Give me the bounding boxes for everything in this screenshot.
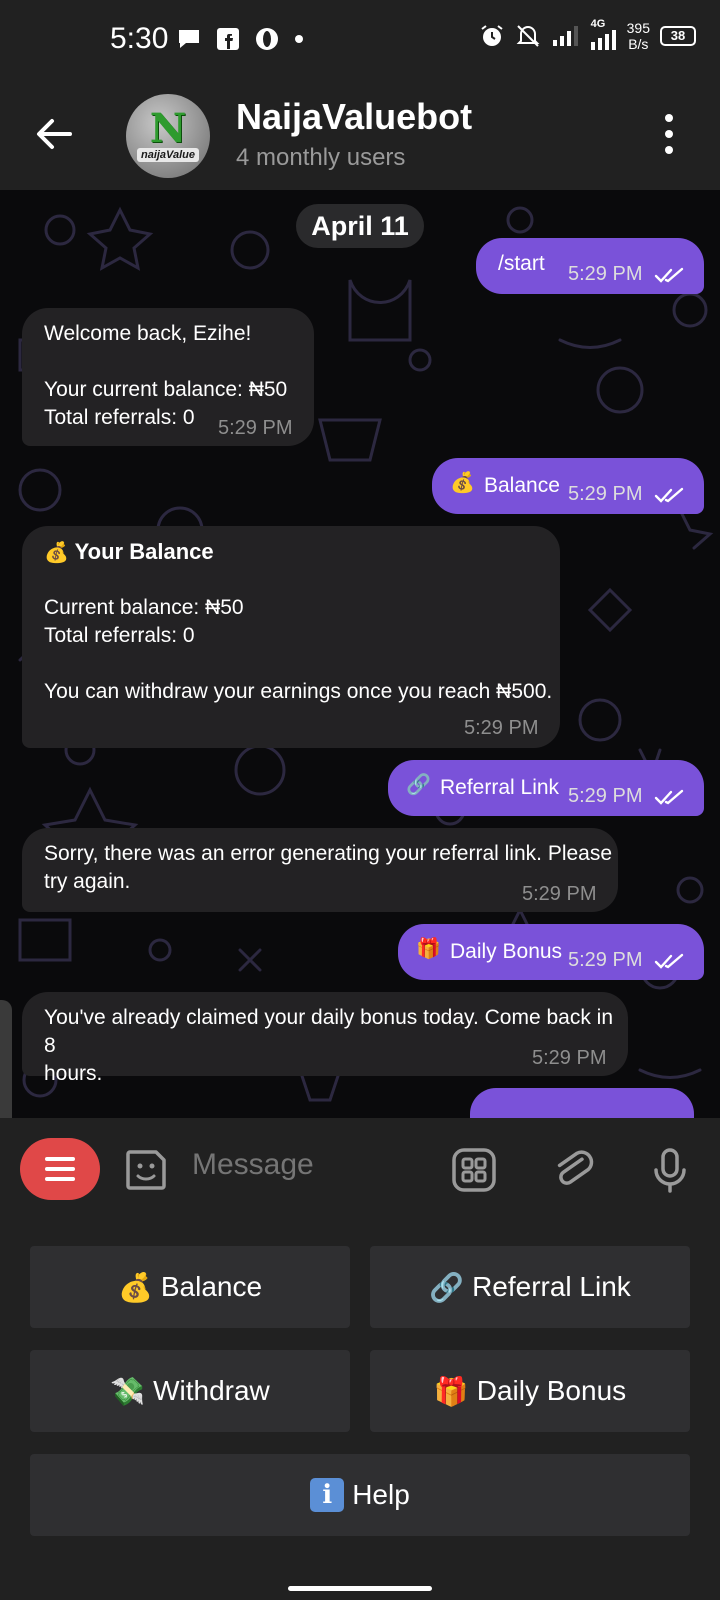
info-icon: ℹ (310, 1478, 345, 1512)
network-speed: 395 B/s (626, 20, 650, 52)
chat-title[interactable]: NaijaValuebot (236, 96, 472, 138)
outgoing-message[interactable]: 🎁 Daily Bonus 5:29 PM (398, 924, 704, 980)
message-meta: 5:29 PM (568, 946, 686, 974)
message-input-bar (0, 1118, 720, 1220)
system-icons: 4G 395 B/s 38 (479, 18, 696, 52)
message-text: /start (498, 252, 545, 275)
microphone-icon[interactable] (646, 1146, 694, 1194)
message-input[interactable] (192, 1148, 412, 1182)
outgoing-message[interactable]: /start 5:29 PM (476, 238, 704, 294)
message-text: Referral Link (440, 776, 560, 799)
gift-icon: 🎁 (416, 936, 441, 960)
signal-icon (552, 26, 578, 46)
read-ticks-icon (654, 789, 684, 805)
keyboard-withdraw-button[interactable]: 💸 Withdraw (30, 1350, 350, 1432)
logo-letter-icon: N (149, 105, 187, 152)
alarm-icon (481, 25, 503, 46)
opera-icon (256, 28, 278, 50)
message-time: 5:29 PM (568, 949, 643, 971)
message-meta: 5:29 PM (568, 782, 686, 810)
signal-4g-icon: 4G (589, 18, 617, 50)
message-time: 5:29 PM (464, 717, 539, 739)
more-options-icon[interactable] (664, 114, 674, 154)
message-time: 5:29 PM (568, 263, 643, 285)
message-time: 5:29 PM (568, 483, 643, 505)
link-icon: 🔗 (429, 1270, 465, 1304)
date-separator: April 11 (296, 204, 424, 248)
message-time: 5:29 PM (218, 417, 293, 439)
message-time: 5:29 PM (532, 1047, 607, 1069)
chat-header: N naijaValue NaijaValuebot 4 monthly use… (0, 80, 720, 190)
chat-area[interactable]: April 11 /start 5:29 PM Welcome back, Ez… (0, 190, 720, 1118)
bot-keyboard-icon[interactable] (450, 1146, 498, 1194)
battery-icon: 38 (660, 26, 696, 46)
money-bag-icon: 💰 (450, 470, 475, 494)
message-meta: 5:29 PM (568, 260, 686, 288)
message-text: Balance (484, 474, 560, 497)
message-text: Daily Bonus (450, 940, 563, 963)
keyboard-referral-link-button[interactable]: 🔗 Referral Link (370, 1246, 690, 1328)
message-heading: 💰 Your Balance (44, 539, 214, 564)
incoming-message[interactable]: Sorry, there was an error generating you… (22, 828, 618, 912)
facebook-icon (217, 28, 239, 50)
status-bar: 5:30 4G 395 B/s 38 (0, 0, 720, 80)
read-ticks-icon (654, 267, 684, 283)
notification-icons (176, 26, 304, 52)
keyboard-help-button[interactable]: ℹ Help (30, 1454, 690, 1536)
outgoing-message[interactable]: 🔗 Referral Link 5:29 PM (388, 760, 704, 816)
mute-icon (516, 25, 540, 47)
message-meta: 5:29 PM (568, 480, 686, 508)
read-ticks-icon (654, 953, 684, 969)
money-bag-icon: 💰 (44, 540, 69, 564)
keyboard-balance-button[interactable]: 💰 Balance (30, 1246, 350, 1328)
money-bag-icon: 💰 (117, 1270, 153, 1304)
attach-icon[interactable] (550, 1146, 598, 1194)
avatar-logo-text: naijaValue (136, 148, 199, 162)
dot-icon (295, 35, 303, 43)
money-with-wings-icon: 💸 (110, 1374, 146, 1408)
outgoing-message-partial[interactable] (470, 1088, 694, 1118)
chat-subtitle: 4 monthly users (236, 144, 406, 171)
back-arrow-icon[interactable] (34, 114, 74, 154)
sticker-icon[interactable] (122, 1146, 170, 1194)
message-time: 5:29 PM (568, 785, 643, 807)
status-time: 5:30 (110, 22, 169, 55)
incoming-message[interactable]: 💰 Your Balance Current balance: ₦50 Tota… (22, 526, 560, 748)
incoming-message[interactable]: You've already claimed your daily bonus … (22, 992, 628, 1085)
link-icon: 🔗 (406, 772, 431, 796)
gift-icon: 🎁 (433, 1374, 469, 1408)
keyboard-daily-bonus-button[interactable]: 🎁 Daily Bonus (370, 1350, 690, 1432)
bot-menu-button[interactable] (20, 1138, 100, 1200)
incoming-message[interactable]: Welcome back, Ezihe! Your current balanc… (22, 308, 314, 446)
home-indicator[interactable] (288, 1586, 432, 1591)
chat-notification-icon (179, 30, 199, 48)
bot-reply-keyboard: 💰 Balance 🔗 Referral Link 💸 Withdraw 🎁 D… (0, 1220, 720, 1600)
read-ticks-icon (654, 487, 684, 503)
message-text: 💰 Your Balance Current balance: ₦50 Tota… (44, 539, 553, 703)
bot-avatar[interactable]: N naijaValue (126, 94, 210, 178)
message-time: 5:29 PM (522, 883, 597, 905)
outgoing-message[interactable]: 💰 Balance 5:29 PM (432, 458, 704, 514)
